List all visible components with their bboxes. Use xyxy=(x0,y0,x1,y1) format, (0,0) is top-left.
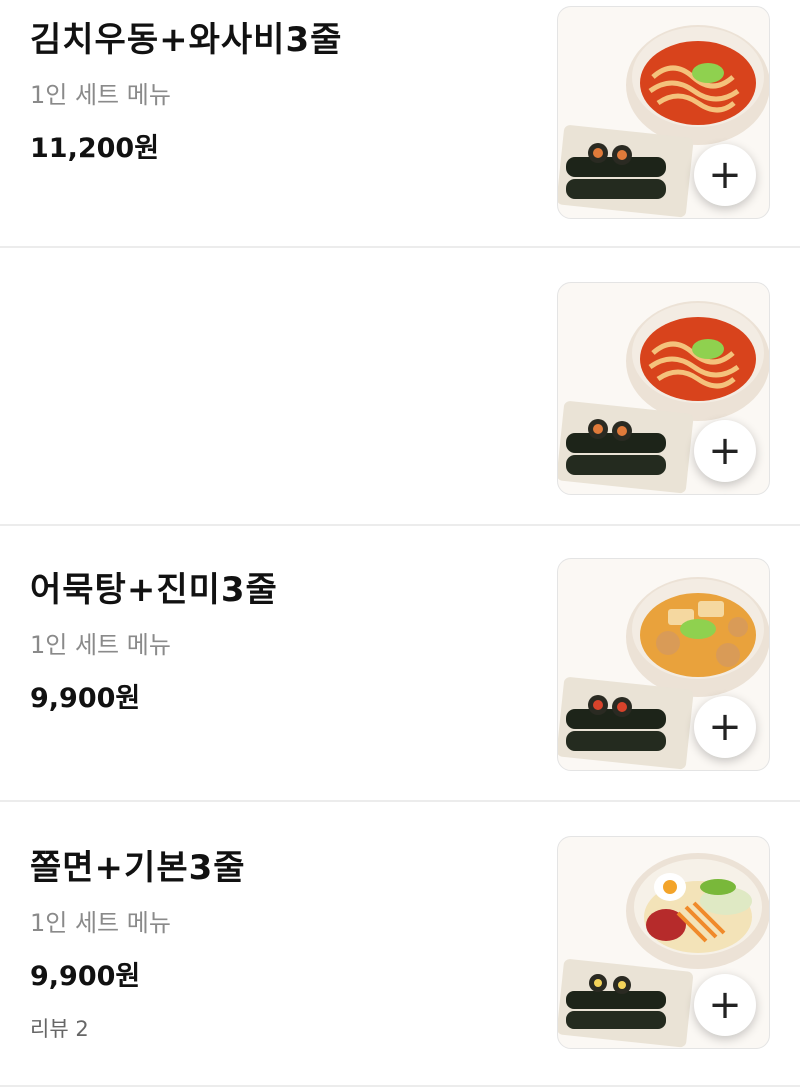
menu-item-text: 김치우동+와사비3줄 1인 세트 메뉴 11,200원 xyxy=(30,14,530,166)
add-to-cart-button[interactable]: + xyxy=(694,144,756,206)
menu-item-price: 9,900원 xyxy=(30,961,141,992)
add-to-cart-button[interactable]: + xyxy=(694,696,756,758)
add-to-cart-button[interactable]: + xyxy=(694,420,756,482)
menu-item-description: 1인 세트 메뉴 xyxy=(30,81,171,109)
menu-item[interactable]: + xyxy=(0,250,800,526)
plus-icon: + xyxy=(708,982,742,1028)
menu-item-name: 어묵탕+진미3줄 xyxy=(30,570,278,610)
menu-item-text: 쫄면+기본3줄 1인 세트 메뉴 9,900원 리뷰 2 xyxy=(30,842,530,1042)
menu-item-text: 어묵탕+진미3줄 1인 세트 메뉴 9,900원 xyxy=(30,564,530,716)
menu-item-name: 김치우동+와사비3줄 xyxy=(30,20,343,60)
menu-item-price: 11,200원 xyxy=(30,133,160,164)
menu-item-name xyxy=(30,290,530,342)
menu-item-review-count[interactable]: 리뷰 2 xyxy=(30,1016,530,1042)
menu-item-name: 쫄면+기본3줄 xyxy=(30,848,246,888)
add-to-cart-button[interactable]: + xyxy=(694,974,756,1036)
menu-item[interactable]: 김치우동+와사비3줄 1인 세트 메뉴 11,200원 + xyxy=(0,0,800,248)
menu-item[interactable]: 쫄면+기본3줄 1인 세트 메뉴 9,900원 리뷰 2 + xyxy=(0,802,800,1087)
plus-icon: + xyxy=(708,704,742,750)
menu-item-description: 1인 세트 메뉴 xyxy=(30,631,171,659)
menu-item[interactable]: 어묵탕+진미3줄 1인 세트 메뉴 9,900원 + xyxy=(0,526,800,802)
menu-item-text xyxy=(30,290,530,364)
menu-item-price: 9,900원 xyxy=(30,683,141,714)
plus-icon: + xyxy=(708,428,742,474)
menu-item-description: 1인 세트 메뉴 xyxy=(30,909,171,937)
plus-icon: + xyxy=(708,152,742,198)
